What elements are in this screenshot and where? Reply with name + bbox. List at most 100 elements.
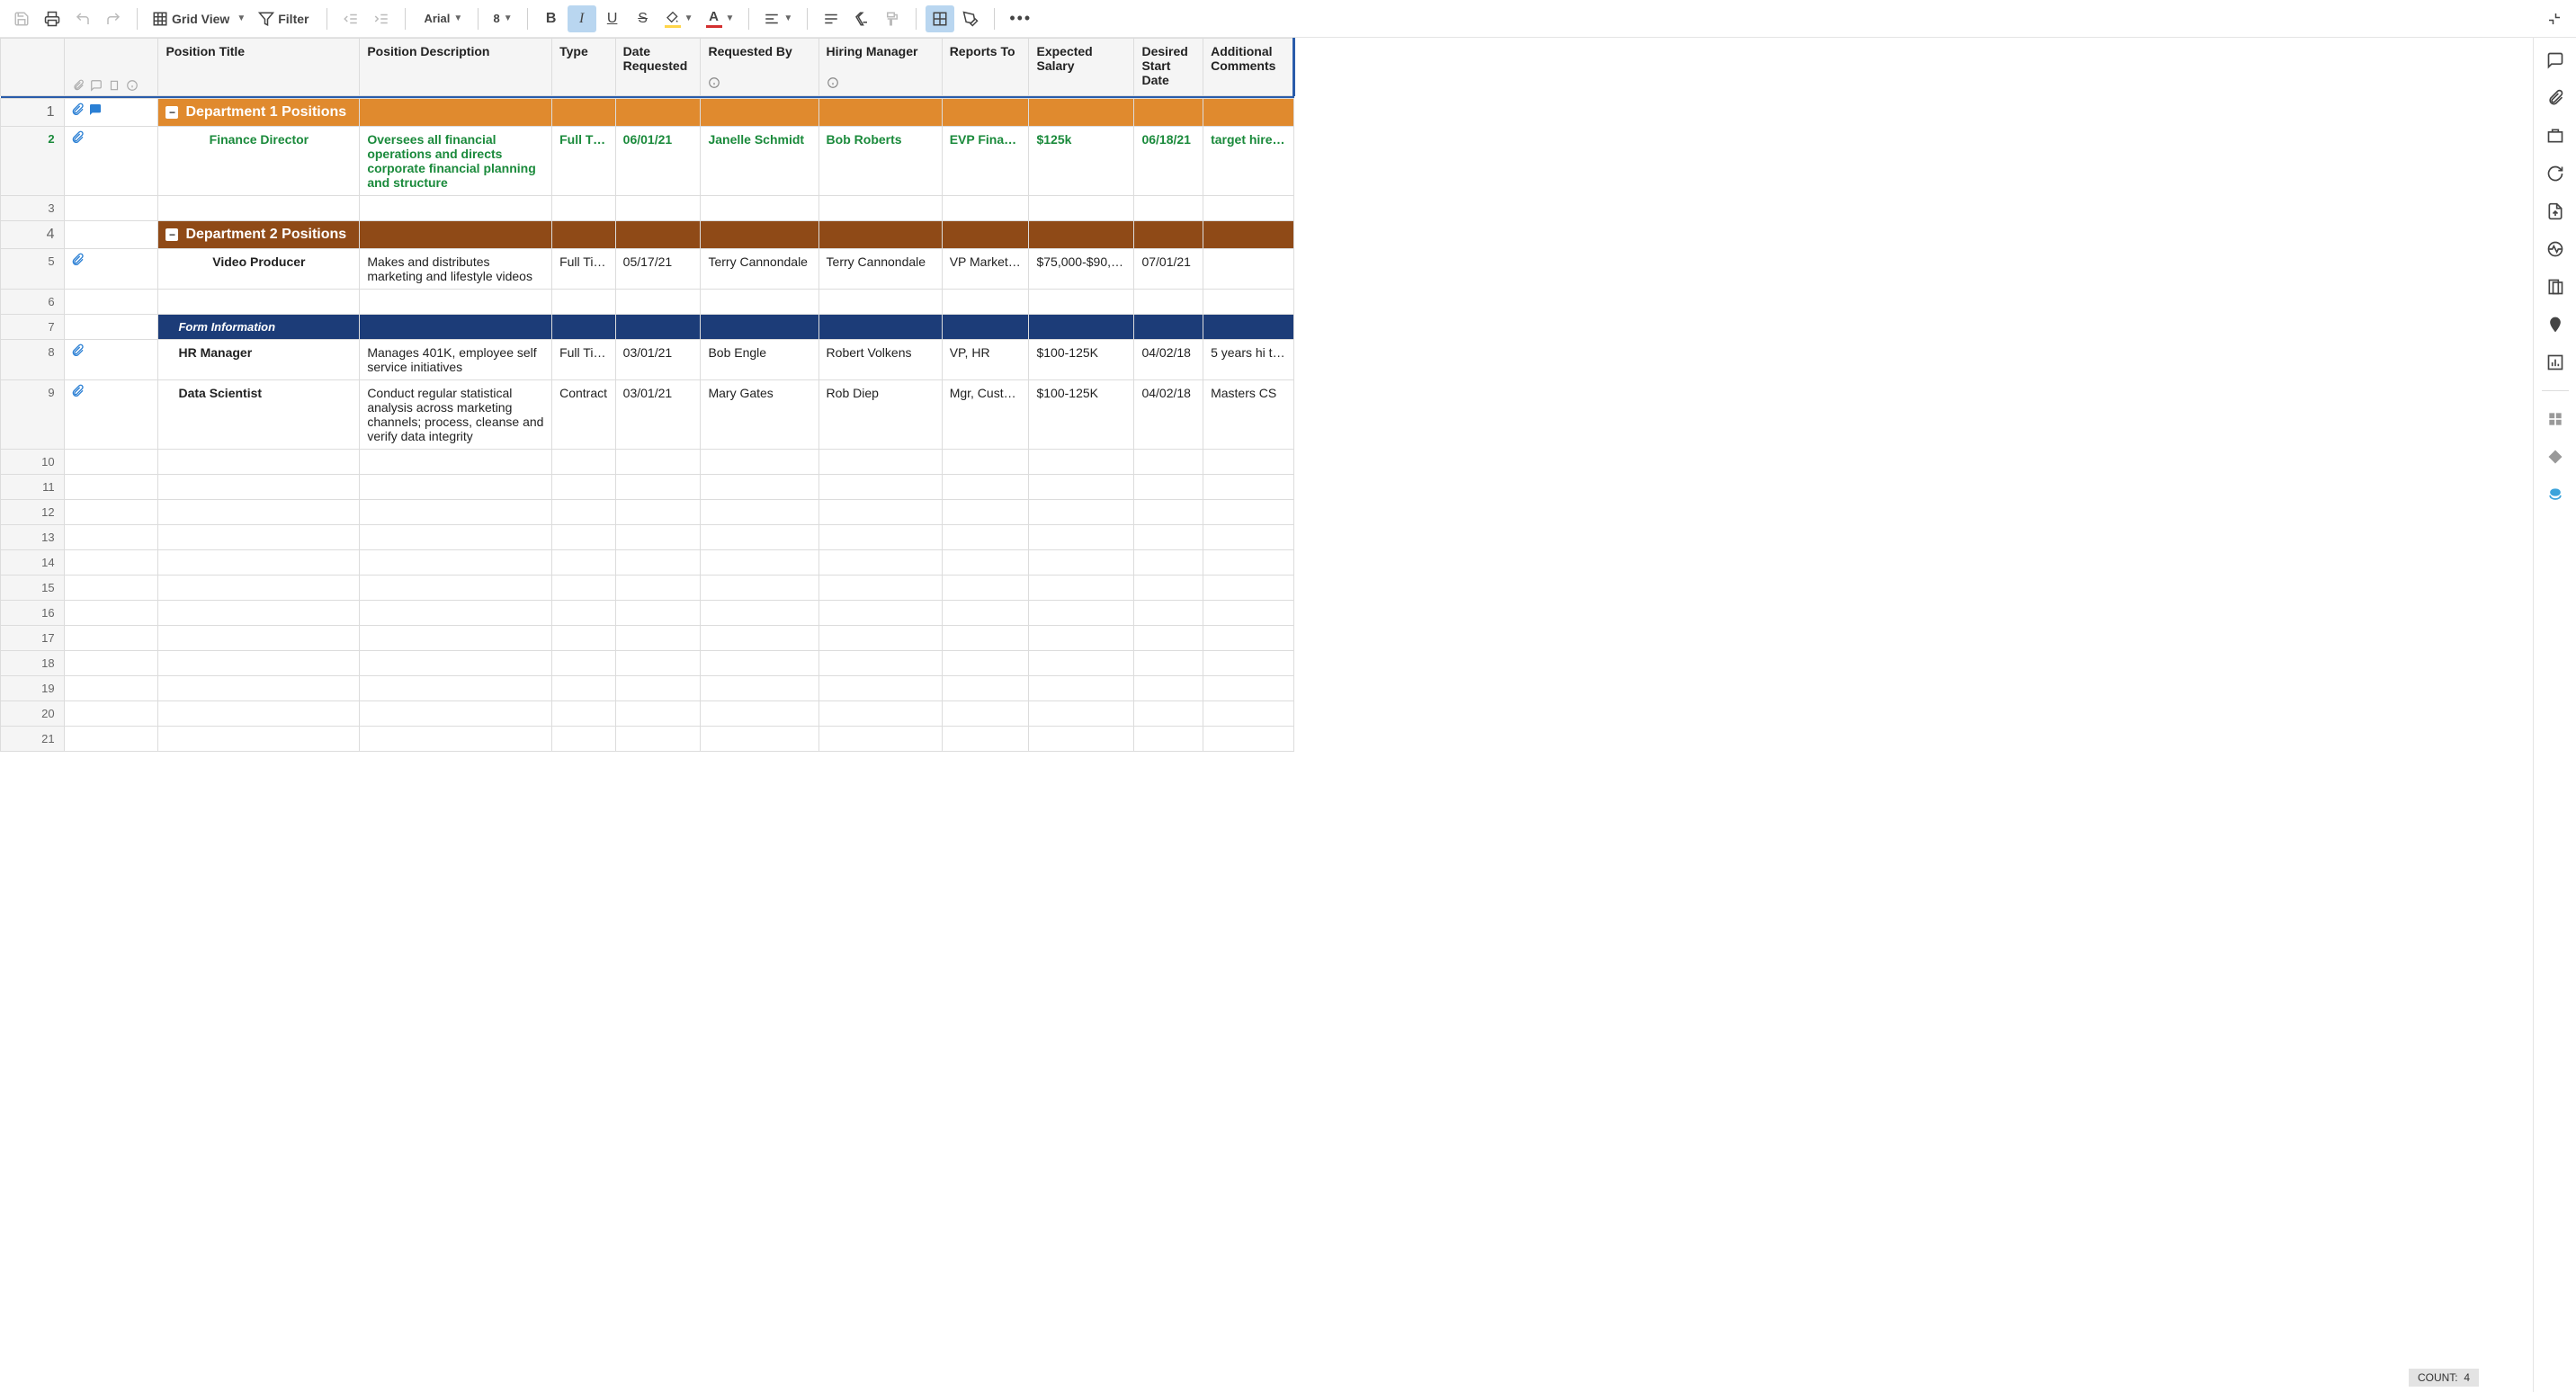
cell-reports[interactable]: VP Marketing — [942, 249, 1029, 290]
cell-reports[interactable]: EVP Finance — [942, 127, 1029, 196]
col-expected-salary[interactable]: Expected Salary — [1029, 39, 1134, 96]
cell-desc[interactable]: Oversees all financial operations and di… — [360, 127, 552, 196]
strikethrough-button[interactable]: S — [629, 5, 657, 32]
save-button[interactable] — [7, 5, 36, 32]
collapse-icon[interactable]: − — [165, 106, 178, 119]
table-row[interactable]: 11 — [1, 475, 1294, 500]
table-row[interactable]: 10 — [1, 450, 1294, 475]
more-button[interactable]: ••• — [1004, 5, 1037, 32]
underline-button[interactable]: U — [598, 5, 627, 32]
row-number[interactable]: 21 — [1, 727, 65, 752]
section-row-form-info[interactable]: 7 Form Information — [1, 315, 1294, 340]
cell-mgr[interactable]: Bob Roberts — [818, 127, 942, 196]
cell-date[interactable]: 05/17/21 — [615, 249, 701, 290]
integration-button-2[interactable] — [2545, 447, 2565, 467]
font-family-dropdown[interactable]: Arial▼ — [415, 5, 469, 32]
print-button[interactable] — [38, 5, 67, 32]
cell-type[interactable]: Full Time — [552, 249, 616, 290]
align-dropdown[interactable]: ▼ — [758, 5, 798, 32]
cell-date[interactable]: 03/01/21 — [615, 380, 701, 450]
row-number[interactable]: 5 — [1, 249, 65, 290]
cell-salary[interactable]: $100-125K — [1029, 340, 1134, 380]
text-color-dropdown[interactable]: A▼ — [701, 5, 740, 32]
grid-area[interactable]: Position Title Position Description Type… — [0, 38, 2533, 1392]
cell-date[interactable]: 06/01/21 — [615, 127, 701, 196]
cell[interactable]: −Department 2 Positions — [158, 221, 360, 249]
cell-start[interactable]: 06/18/21 — [1134, 127, 1203, 196]
cell-start[interactable]: 07/01/21 — [1134, 249, 1203, 290]
table-row[interactable]: 19 — [1, 676, 1294, 701]
col-date-requested[interactable]: Date Requested — [615, 39, 701, 96]
cell-comments[interactable]: 5 years hi tech — [1203, 340, 1294, 380]
col-requested-by[interactable]: Requested By — [701, 39, 818, 96]
cell-reports[interactable]: VP, HR — [942, 340, 1029, 380]
cell-position-title[interactable]: Data Scientist — [158, 380, 360, 450]
attachments-panel-button[interactable] — [2545, 88, 2565, 108]
update-requests-button[interactable] — [2545, 164, 2565, 183]
publish-button[interactable] — [2545, 201, 2565, 221]
col-type[interactable]: Type — [552, 39, 616, 96]
col-additional-comments[interactable]: Additional Comments — [1203, 39, 1294, 96]
italic-button[interactable]: I — [568, 5, 596, 32]
format-painter-button[interactable] — [878, 5, 907, 32]
filter-button[interactable]: Filter — [253, 5, 318, 32]
wrap-button[interactable] — [817, 5, 845, 32]
cell-position-title[interactable]: HR Manager — [158, 340, 360, 380]
grid-view-dropdown[interactable]: Grid View ▼ — [147, 5, 251, 32]
cell-salary[interactable]: $100-125K — [1029, 380, 1134, 450]
work-insights-button[interactable] — [2545, 352, 2565, 372]
cell-start[interactable]: 04/02/18 — [1134, 380, 1203, 450]
table-row[interactable]: 21 — [1, 727, 1294, 752]
summary-button[interactable] — [2545, 277, 2565, 297]
row-number[interactable]: 15 — [1, 576, 65, 601]
cell-desc[interactable]: Manages 401K, employee self service init… — [360, 340, 552, 380]
cell-reqby[interactable]: Bob Engle — [701, 340, 818, 380]
row-number[interactable]: 13 — [1, 525, 65, 550]
row-number[interactable]: 8 — [1, 340, 65, 380]
col-position-title[interactable]: Position Title — [158, 39, 360, 96]
cell-reqby[interactable]: Mary Gates — [701, 380, 818, 450]
integration-button-3[interactable] — [2545, 485, 2565, 504]
table-row[interactable]: 3 — [1, 196, 1294, 221]
row-number[interactable]: 1 — [1, 99, 65, 127]
cell-type[interactable]: Full Time — [552, 340, 616, 380]
row-number[interactable]: 17 — [1, 626, 65, 651]
cell-desc[interactable]: Conduct regular statistical analysis acr… — [360, 380, 552, 450]
activity-log-button[interactable] — [2545, 239, 2565, 259]
col-reports-to[interactable]: Reports To — [942, 39, 1029, 96]
row-number[interactable]: 20 — [1, 701, 65, 727]
table-row[interactable]: 14 — [1, 550, 1294, 576]
undo-button[interactable] — [68, 5, 97, 32]
row-number[interactable]: 7 — [1, 315, 65, 340]
cell-date[interactable]: 03/01/21 — [615, 340, 701, 380]
font-size-dropdown[interactable]: 8▼ — [487, 5, 517, 32]
col-position-description[interactable]: Position Description — [360, 39, 552, 96]
indent-button[interactable] — [367, 5, 396, 32]
cell-mgr[interactable]: Rob Diep — [818, 380, 942, 450]
cell-comments[interactable]: Masters CS — [1203, 380, 1294, 450]
row-number[interactable]: 10 — [1, 450, 65, 475]
cell-position-title[interactable]: Finance Director — [158, 127, 360, 196]
cell-comments[interactable] — [1203, 249, 1294, 290]
corner-cell[interactable] — [1, 39, 65, 96]
brandfolder-button[interactable] — [2545, 315, 2565, 335]
row-number[interactable]: 9 — [1, 380, 65, 450]
col-hiring-manager[interactable]: Hiring Manager — [818, 39, 942, 96]
table-row[interactable]: 20 — [1, 701, 1294, 727]
redo-button[interactable] — [99, 5, 128, 32]
comments-panel-button[interactable] — [2545, 50, 2565, 70]
row-number[interactable]: 2 — [1, 127, 65, 196]
row-number[interactable]: 4 — [1, 221, 65, 249]
row-number[interactable]: 12 — [1, 500, 65, 525]
row-number[interactable]: 19 — [1, 676, 65, 701]
col-desired-start[interactable]: Desired Start Date — [1134, 39, 1203, 96]
table-row[interactable]: 13 — [1, 525, 1294, 550]
cell[interactable]: −Department 1 Positions — [158, 99, 360, 127]
row-number[interactable]: 18 — [1, 651, 65, 676]
fill-color-dropdown[interactable]: ▼ — [659, 5, 699, 32]
cell-salary[interactable]: $125k — [1029, 127, 1134, 196]
row-number[interactable]: 6 — [1, 290, 65, 315]
table-row[interactable]: 12 — [1, 500, 1294, 525]
integration-button-1[interactable] — [2545, 409, 2565, 429]
table-row[interactable]: 2 Finance Director Oversees all financia… — [1, 127, 1294, 196]
